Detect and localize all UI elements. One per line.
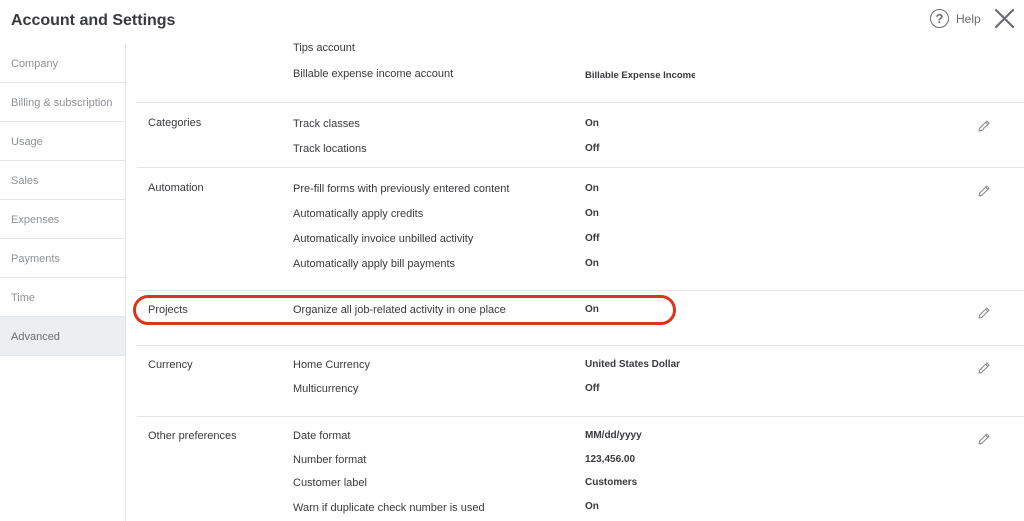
help-label: Help — [956, 11, 981, 26]
sidebar-item-expenses[interactable]: Expenses — [0, 200, 125, 239]
row-value-track-locations: Off — [585, 143, 600, 154]
section-title-currency: Currency — [148, 359, 193, 371]
settings-sidebar: Company Billing & subscription Usage Sal… — [0, 44, 126, 521]
sidebar-item-payments[interactable]: Payments — [0, 239, 125, 278]
row-value-number-format: 123,456.00 — [585, 454, 636, 465]
row-value-date-format: MM/dd/yyyy — [585, 430, 642, 441]
row-value-customer-label: Customers — [585, 477, 638, 488]
section-accounts: Tips account Billable expense income acc… — [137, 36, 1024, 103]
section-automation[interactable]: Automation Pre-fill forms with previousl… — [137, 168, 1024, 291]
row-value-invoice-unbilled-activity: Off — [585, 233, 600, 244]
section-title-other-preferences: Other preferences — [148, 430, 237, 442]
edit-automation-pencil-icon[interactable] — [977, 184, 991, 198]
row-value-apply-bill-payments: On — [585, 258, 599, 269]
row-label-track-locations: Track locations — [293, 143, 367, 155]
row-value-prefill-forms: On — [585, 183, 599, 194]
close-icon[interactable] — [994, 8, 1015, 29]
section-categories[interactable]: Categories Track classes On Track locati… — [137, 103, 1024, 168]
row-label-organize-job-activity: Organize all job-related activity in one… — [293, 304, 506, 316]
sidebar-item-usage[interactable]: Usage — [0, 122, 125, 161]
help-button[interactable]: ? Help — [930, 9, 981, 28]
sidebar-item-advanced[interactable]: Advanced — [0, 317, 125, 356]
sidebar-item-company[interactable]: Company — [0, 44, 125, 83]
settings-content: Tips account Billable expense income acc… — [137, 36, 1024, 521]
edit-currency-pencil-icon[interactable] — [977, 361, 991, 375]
question-circle-icon: ? — [930, 9, 949, 28]
edit-other-preferences-pencil-icon[interactable] — [977, 432, 991, 446]
edit-projects-pencil-icon[interactable] — [977, 306, 991, 320]
sidebar-item-sales[interactable]: Sales — [0, 161, 125, 200]
row-label-number-format: Number format — [293, 454, 367, 466]
row-label-date-format: Date format — [293, 430, 351, 442]
row-label-prefill-forms: Pre-fill forms with previously entered c… — [293, 183, 510, 195]
row-value-organize-job-activity: On — [585, 304, 599, 315]
row-label-home-currency: Home Currency — [293, 359, 371, 371]
row-label-invoice-unbilled-activity: Automatically invoice unbilled activity — [293, 233, 474, 245]
row-value-apply-credits: On — [585, 208, 599, 219]
edit-categories-pencil-icon[interactable] — [977, 119, 991, 133]
row-label-warn-duplicate-check: Warn if duplicate check number is used — [293, 502, 485, 514]
row-value-home-currency: United States Dollar — [585, 359, 681, 370]
row-value-track-classes: On — [585, 118, 599, 129]
row-label-apply-credits: Automatically apply credits — [293, 208, 424, 220]
row-label-customer-label: Customer label — [293, 477, 367, 489]
section-title-categories: Categories — [148, 117, 202, 129]
section-title-projects: Projects — [148, 304, 188, 316]
row-label-billable-expense-income-account: Billable expense income account — [293, 68, 454, 80]
row-value-billable-expense-income-account: Billable Expense Income — [585, 70, 695, 81]
sidebar-item-time[interactable]: Time — [0, 278, 125, 317]
row-label-track-classes: Track classes — [293, 118, 360, 130]
sidebar-item-billing-subscription[interactable]: Billing & subscription — [0, 83, 125, 122]
page-title: Account and Settings — [11, 12, 176, 29]
row-value-warn-duplicate-check: On — [585, 501, 599, 512]
section-other-preferences[interactable]: Other preferences Date format MM/dd/yyyy… — [137, 417, 1024, 521]
section-currency[interactable]: Currency Home Currency United States Dol… — [137, 346, 1024, 417]
row-label-multicurrency: Multicurrency — [293, 383, 359, 395]
section-projects[interactable]: Projects Organize all job-related activi… — [137, 291, 1024, 346]
row-value-multicurrency: Off — [585, 383, 600, 394]
row-label-tips-account: Tips account — [293, 42, 355, 54]
row-label-apply-bill-payments: Automatically apply bill payments — [293, 258, 456, 270]
section-title-automation: Automation — [148, 182, 204, 194]
